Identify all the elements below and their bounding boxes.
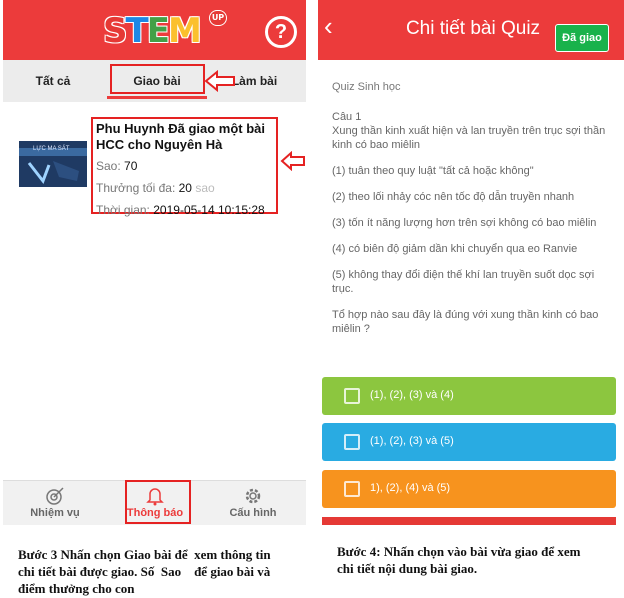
question-number: Câu 1: [332, 111, 362, 123]
logo-letter-m: M: [167, 11, 202, 51]
stars-row: Sao: 70: [96, 157, 280, 175]
quiz-header: ‹ Chi tiết bài Quiz Đã giao: [318, 0, 624, 60]
time-value: 2019-05-14 10:15:28: [153, 203, 265, 217]
lesson-thumbnail[interactable]: LỰC MA SÁT: [19, 141, 87, 187]
max-points-row: Thưởng tối đa: 20 sao: [96, 179, 280, 197]
caption-step-3-line-2: chi tiết bài được giao. Số Sao để giao b…: [18, 564, 271, 579]
time-row: Thời gian: 2019-05-14 10:15:28: [96, 201, 280, 219]
assignment-card[interactable]: Phu Huynh Đã giao một bài HCC cho Nguyên…: [96, 121, 280, 219]
answer-option-3[interactable]: 1), (2), (4) và (5): [322, 470, 616, 508]
caption-step-3-line-3: điểm thưởng cho con: [18, 581, 135, 596]
logo-letter-t: T: [125, 11, 149, 51]
nav-settings-label: Cấu hình: [229, 507, 277, 519]
nav-tasks[interactable]: Nhiệm vụ: [15, 485, 95, 519]
statement-3: (3) tốn ít năng lượng hơn trên sợi không…: [332, 217, 597, 229]
question-circle-icon[interactable]: ?: [265, 16, 297, 48]
logo-letter-e: E: [146, 11, 170, 51]
active-tab-indicator: [107, 96, 207, 99]
stars-value: 70: [124, 159, 138, 173]
question-prompt: Tổ hợp nào sau đây là đúng với xung thần…: [332, 309, 599, 335]
tab-all[interactable]: Tất cả: [3, 60, 103, 102]
logo-letter-s: S: [103, 11, 127, 51]
pointer-arrow-icon: [204, 70, 235, 92]
checkbox-icon[interactable]: [344, 434, 360, 450]
statement-2: (2) theo lối nhảy cóc nên tốc độ dẫn tru…: [332, 191, 575, 203]
back-arrow-icon[interactable]: ‹: [324, 13, 348, 39]
assignment-title: Phu Huynh Đã giao một bài HCC cho Nguyên…: [96, 121, 266, 152]
stars-label: Sao:: [96, 159, 121, 173]
max-points-value: 20: [178, 181, 192, 195]
answer-option-label: (1), (2), (3) và (5): [370, 435, 454, 447]
nav-settings[interactable]: Cấu hình: [213, 485, 293, 519]
max-points-unit: sao: [195, 181, 215, 195]
caption-step-3: Bước 3 Nhấn chọn Giao bài để xem thông t…: [18, 546, 308, 597]
checkbox-icon[interactable]: [344, 388, 360, 404]
caption-step-4-line-1: Bước 4: Nhấn chọn vào bài vừa giao để xe…: [337, 544, 581, 559]
answer-option-4-partial[interactable]: [322, 517, 616, 525]
statement-1: (1) tuân theo quy luật "tất cả hoặc khôn…: [332, 165, 534, 177]
max-points-label: Thưởng tối đa:: [96, 181, 176, 195]
caption-step-3-line-1: Bước 3 Nhấn chọn Giao bài để xem thông t…: [18, 547, 271, 562]
nav-tasks-label: Nhiệm vụ: [30, 507, 80, 519]
stem-logo: STEM UP: [103, 10, 227, 51]
left-screen: STEM UP ? Tất cả Giao bài Làm bài LỰC MA…: [3, 0, 306, 525]
assigned-status-button[interactable]: Đã giao: [555, 24, 609, 52]
quiz-subject: Quiz Sinh học: [332, 81, 401, 93]
app-header: STEM UP ?: [3, 0, 306, 60]
caption-step-4-line-2: chi tiết nội dung bài giao.: [337, 561, 478, 576]
statement-4: (4) có biên độ giảm dần khi chuyển qua e…: [332, 243, 578, 255]
right-screen: ‹ Chi tiết bài Quiz Đã giao Quiz Sinh họ…: [318, 0, 624, 525]
answer-option-label: 1), (2), (4) và (5): [370, 482, 451, 494]
quiz-content: Quiz Sinh học Câu 1 Xung thần kinh xuất …: [332, 80, 612, 348]
highlight-box-tab: [110, 64, 205, 94]
checkbox-icon[interactable]: [344, 481, 360, 497]
question-text: Xung thần kinh xuất hiện và lan truyền t…: [332, 125, 606, 151]
answer-option-label: (1), (2), (3) và (4): [370, 389, 454, 401]
logo-badge: UP: [209, 10, 227, 26]
statement-5: (5) không thay đổi điện thế khí lan truy…: [332, 269, 595, 295]
gear-icon: [213, 485, 293, 507]
caption-step-4: Bước 4: Nhấn chọn vào bài vừa giao để xe…: [337, 543, 619, 577]
answer-option-1[interactable]: (1), (2), (3) và (4): [322, 377, 616, 415]
page-title: Chi tiết bài Quiz: [405, 18, 541, 39]
answer-option-2[interactable]: (1), (2), (3) và (5): [322, 423, 616, 461]
highlight-box-nav: [125, 480, 191, 524]
time-label: Thời gian:: [96, 203, 150, 217]
target-icon: [15, 485, 95, 507]
pointer-arrow-icon: [280, 151, 305, 171]
